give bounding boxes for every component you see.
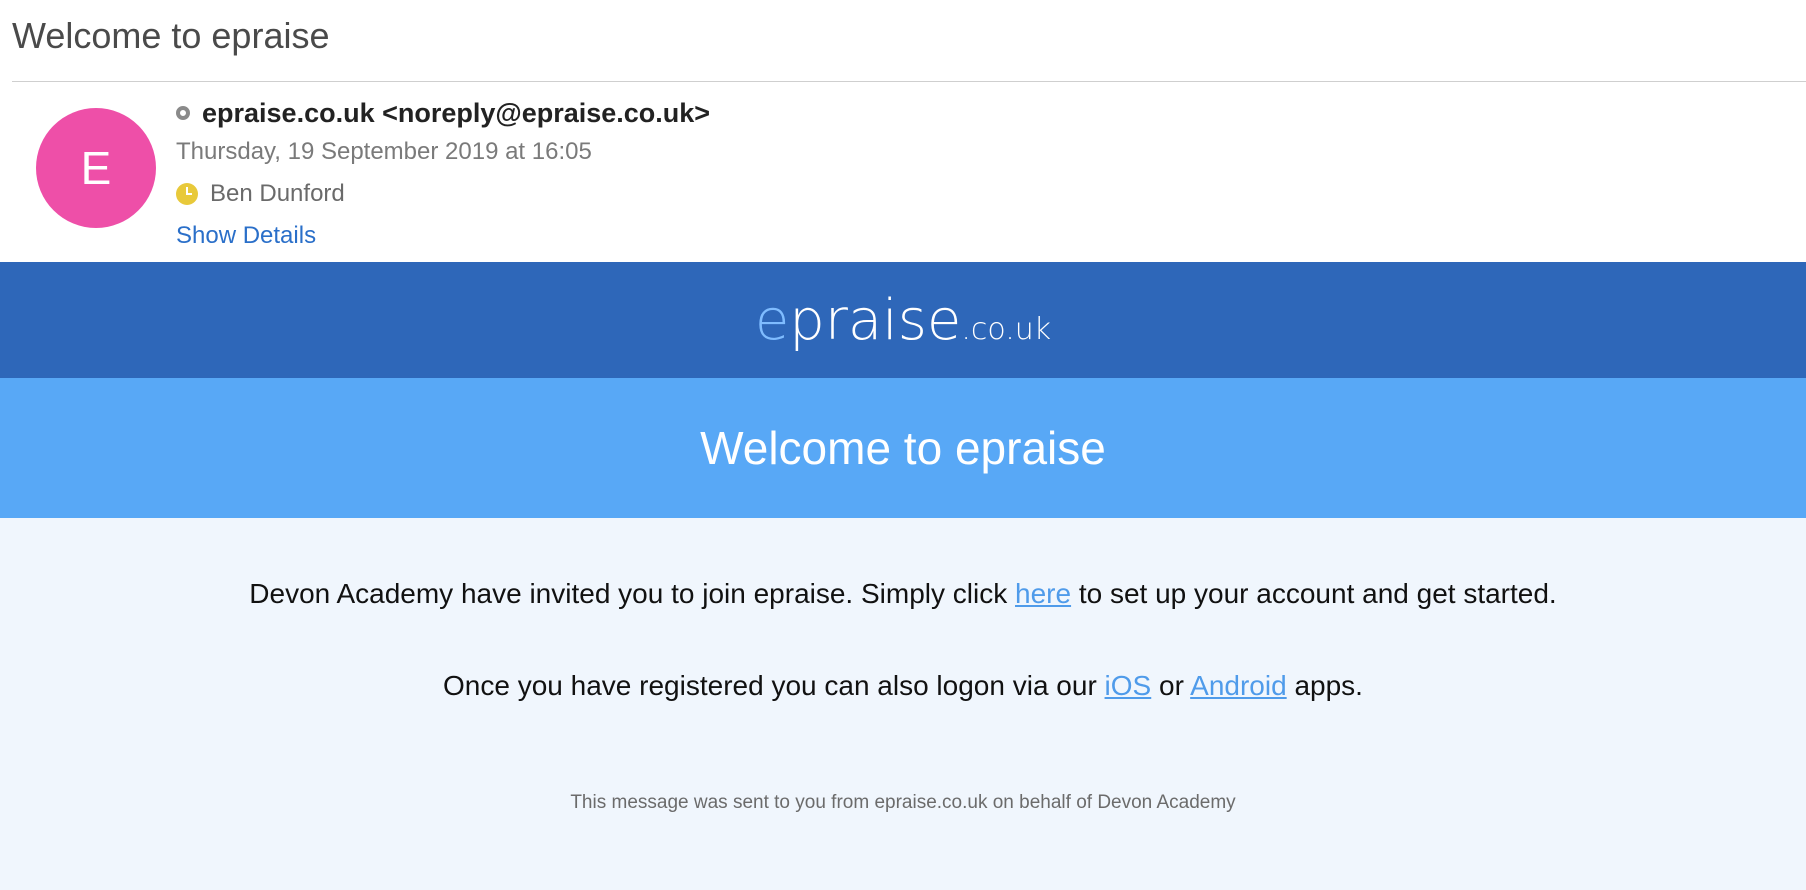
sender-row: epraise.co.uk <noreply@epraise.co.uk> — [176, 96, 710, 130]
welcome-heading: Welcome to epraise — [700, 422, 1106, 474]
email-subject: Welcome to epraise — [12, 15, 330, 56]
recipient-row: Ben Dunford — [176, 178, 710, 210]
logo-tld: .co.uk — [961, 311, 1052, 347]
recipient[interactable]: Ben Dunford — [210, 180, 345, 208]
logo-e: e — [754, 287, 790, 353]
show-details-link[interactable]: Show Details — [176, 220, 710, 252]
invite-text-before: Devon Academy have invited you to join e… — [249, 578, 1016, 609]
sender[interactable]: epraise.co.uk <noreply@epraise.co.uk> — [202, 98, 710, 129]
avatar-letter: E — [80, 142, 112, 194]
logo-praise: praise — [789, 287, 962, 353]
clock-icon — [176, 183, 198, 205]
email-date: Thursday, 19 September 2019 at 16:05 — [176, 138, 592, 165]
ios-link[interactable]: iOS — [1105, 670, 1152, 701]
brand-header: epraise.co.uk — [0, 262, 1806, 378]
avatar: E — [36, 108, 156, 228]
email-content: Devon Academy have invited you to join e… — [0, 518, 1806, 890]
apps-paragraph: Once you have registered you can also lo… — [0, 670, 1806, 702]
welcome-band: Welcome to epraise — [0, 378, 1806, 518]
apps-text-after: apps. — [1286, 670, 1363, 701]
header-divider — [12, 81, 1806, 82]
invite-paragraph: Devon Academy have invited you to join e… — [0, 578, 1806, 610]
epraise-logo: epraise.co.uk — [755, 288, 1051, 353]
apps-text-before: Once you have registered you can also lo… — [443, 670, 1105, 701]
here-link[interactable]: here — [1015, 578, 1071, 609]
apps-text-middle: or — [1151, 670, 1191, 701]
invite-text-after: to set up your account and get started. — [1071, 578, 1557, 609]
footer-note: This message was sent to you from eprais… — [570, 792, 1236, 813]
status-ring-icon — [176, 106, 190, 120]
email-meta: epraise.co.uk <noreply@epraise.co.uk> Th… — [176, 96, 710, 252]
android-link[interactable]: Android — [1190, 670, 1287, 701]
